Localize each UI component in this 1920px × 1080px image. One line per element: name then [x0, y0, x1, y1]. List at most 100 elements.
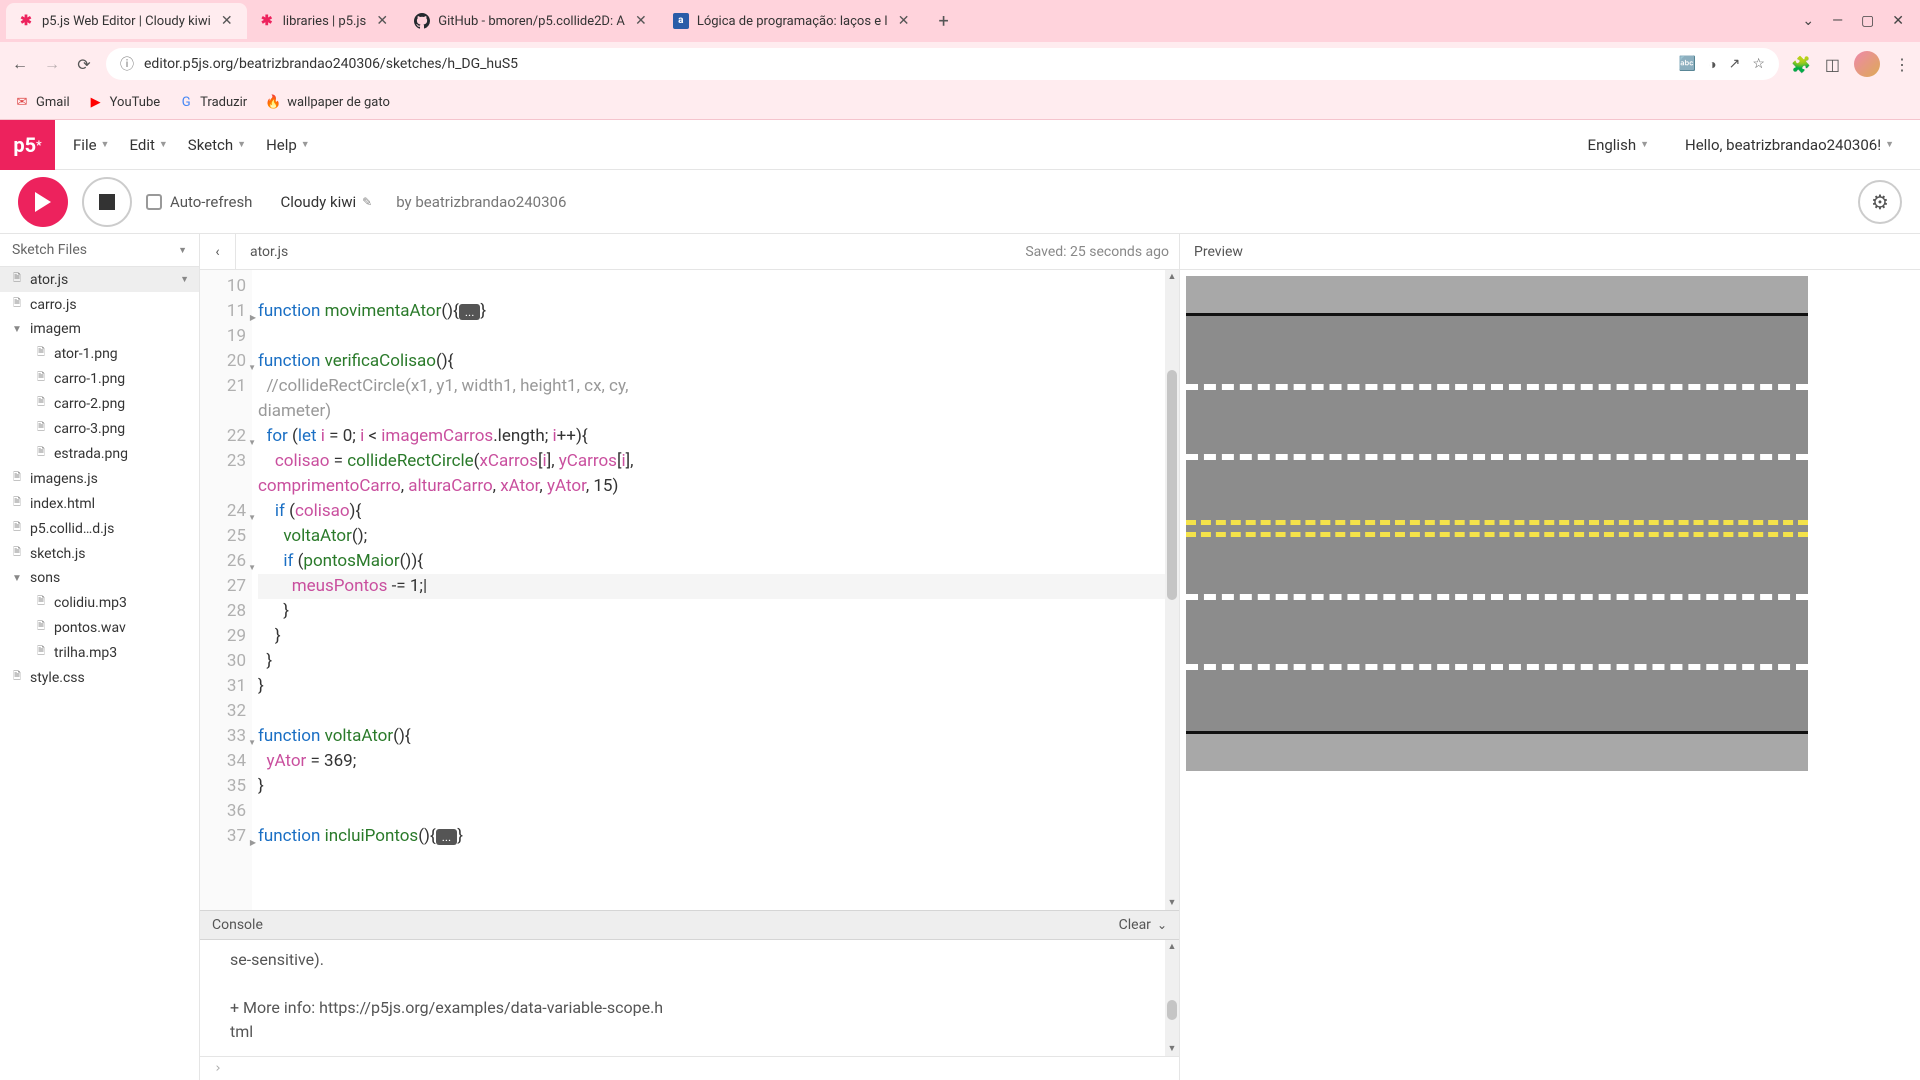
share-icon[interactable]: ↗	[1729, 56, 1741, 72]
bookmark-youtube[interactable]: ▶YouTube	[88, 95, 161, 111]
site-info-icon[interactable]: ⓘ	[120, 54, 134, 74]
file-item[interactable]: 🗎imagens.js	[0, 466, 199, 491]
youtube-icon: ▶	[88, 95, 104, 111]
file-icon: 🗎	[34, 395, 48, 412]
file-options-icon[interactable]: ▼	[180, 274, 189, 285]
file-item[interactable]: 🗎style.css	[0, 665, 199, 690]
console-clear-button[interactable]: Clear ⌄	[1119, 917, 1167, 933]
folder-item[interactable]: ▼sons	[0, 566, 199, 590]
code-editor[interactable]: 1011▶1920▼2122▼2324▼2526▼27282930313233▼…	[200, 270, 1179, 910]
file-icon: 🗎	[10, 296, 24, 313]
file-name: ator-1.png	[54, 346, 118, 362]
alura-favicon-icon: a	[673, 13, 689, 29]
stop-button[interactable]	[82, 177, 132, 227]
bookmark-gmail[interactable]: ✉Gmail	[14, 95, 70, 111]
menu-edit[interactable]: Edit▼	[121, 130, 175, 160]
close-window-icon[interactable]: ✕	[1892, 13, 1904, 29]
settings-button[interactable]: ⚙	[1858, 180, 1902, 224]
browser-tab[interactable]: ✱ libraries | p5.js ✕	[247, 3, 403, 39]
sidepanel-icon[interactable]: ◫	[1825, 55, 1840, 74]
file-item[interactable]: 🗎 carro-2.png	[0, 391, 199, 416]
chevron-down-icon: ▼	[1640, 139, 1649, 150]
minimize-icon[interactable]: —	[1832, 13, 1843, 29]
play-button[interactable]	[18, 177, 68, 227]
tab-close-icon[interactable]: ✕	[374, 13, 390, 29]
editor-tab-bar: ‹ ator.js Saved: 25 seconds ago	[200, 234, 1179, 270]
console-header: Console Clear ⌄	[200, 911, 1179, 940]
file-item[interactable]: 🗎carro-3.png	[0, 416, 199, 441]
chevron-down-icon: ▼	[237, 139, 246, 150]
reload-icon[interactable]: ⟳	[74, 54, 94, 74]
bookmark-translate[interactable]: GTraduzir	[178, 95, 247, 111]
scroll-up-icon[interactable]: ▲	[1165, 940, 1179, 954]
translate-icon: G	[178, 95, 194, 111]
checkbox-icon[interactable]	[146, 194, 162, 210]
menu-sketch[interactable]: Sketch▼	[180, 130, 254, 160]
url-text: editor.p5js.org/beatrizbrandao240306/ske…	[144, 56, 518, 72]
file-item[interactable]: 🗎ator-1.png	[0, 341, 199, 366]
folder-item[interactable]: ▼imagem	[0, 317, 199, 341]
menu-help[interactable]: Help▼	[258, 130, 318, 160]
translate-icon[interactable]: 🔤	[1679, 56, 1696, 72]
gear-icon: ⚙	[1871, 190, 1889, 214]
forward-icon[interactable]: →	[42, 54, 62, 74]
tab-close-icon[interactable]: ✕	[633, 13, 649, 29]
sketch-name[interactable]: Cloudy kiwi ✎	[280, 193, 372, 211]
chevron-down-icon[interactable]: ▼	[178, 245, 187, 256]
bookmark-wallpaper[interactable]: 🔥wallpaper de gato	[265, 95, 390, 111]
address-bar[interactable]: ⓘ editor.p5js.org/beatrizbrandao240306/s…	[106, 48, 1779, 80]
p5-logo[interactable]: p5*	[0, 120, 55, 170]
file-name: p5.collid…d.js	[30, 521, 114, 537]
gmail-icon: ✉	[14, 95, 30, 111]
line-gutter: 1011▶1920▼2122▼2324▼2526▼27282930313233▼…	[200, 270, 252, 910]
bookmark-star-icon[interactable]: ☆	[1752, 56, 1765, 72]
scroll-thumb[interactable]	[1167, 1000, 1177, 1020]
file-item[interactable]: 🗎carro-1.png	[0, 366, 199, 391]
code-body[interactable]: function movimentaAtor(){...}function ve…	[252, 270, 1179, 910]
file-item[interactable]: 🗎p5.collid…d.js	[0, 516, 199, 541]
file-item[interactable]: 🗎trilha.mp3	[0, 640, 199, 665]
menu-file[interactable]: File▼	[65, 130, 117, 160]
browser-tab-active[interactable]: ✱ p5.js Web Editor | Cloudy kiwi ✕	[6, 3, 247, 39]
browser-tab[interactable]: a Lógica de programação: laços e l ✕	[661, 3, 924, 39]
file-item[interactable]: 🗎pontos.wav	[0, 615, 199, 640]
file-name: carro-2.png	[54, 396, 125, 412]
console-input[interactable]: ›	[200, 1056, 1179, 1080]
lens-icon[interactable]: ◑	[1708, 56, 1716, 73]
user-menu[interactable]: Hello, beatrizbrandao240306!▼	[1677, 130, 1902, 160]
file-item[interactable]: 🗎carro.js	[0, 292, 199, 317]
file-item[interactable]: 🗎sketch.js	[0, 541, 199, 566]
file-item[interactable]: 🗎colidiu.mp3	[0, 590, 199, 615]
language-selector[interactable]: English▼	[1580, 130, 1657, 160]
scroll-thumb[interactable]	[1167, 370, 1177, 600]
scroll-down-icon[interactable]: ▼	[1165, 1042, 1179, 1056]
chevron-down-icon[interactable]: ⌄	[1157, 918, 1167, 932]
extensions-icon[interactable]: 🧩	[1791, 55, 1811, 74]
profile-avatar[interactable]	[1854, 51, 1880, 77]
file-item[interactable]: 🗎estrada.png	[0, 441, 199, 466]
editor-scrollbar[interactable]: ▲ ▼	[1165, 270, 1179, 910]
maximize-icon[interactable]: ▢	[1861, 13, 1874, 29]
new-tab-button[interactable]: +	[930, 7, 958, 35]
file-icon: 🗎	[10, 271, 24, 288]
bookmark-bar: ✉Gmail ▶YouTube GTraduzir 🔥wallpaper de …	[0, 86, 1920, 120]
road-edge-top	[1186, 276, 1808, 316]
edit-pencil-icon[interactable]: ✎	[362, 195, 372, 209]
tab-close-icon[interactable]: ✕	[896, 13, 912, 29]
tab-title: libraries | p5.js	[283, 14, 367, 29]
lane-marking	[1186, 594, 1808, 600]
back-icon[interactable]: ←	[10, 54, 30, 74]
scroll-up-icon[interactable]: ▲	[1165, 270, 1179, 284]
chevron-down-icon: ▼	[101, 139, 110, 150]
scroll-down-icon[interactable]: ▼	[1165, 896, 1179, 910]
file-item[interactable]: 🗎index.html	[0, 491, 199, 516]
file-item[interactable]: 🗎 ator.js ▼	[0, 267, 199, 292]
auto-refresh-toggle[interactable]: Auto-refresh	[146, 193, 252, 211]
menu-kebab-icon[interactable]: ⋮	[1894, 55, 1910, 74]
tab-dropdown-icon[interactable]: ⌄	[1802, 13, 1814, 29]
tab-close-icon[interactable]: ✕	[219, 13, 235, 29]
file-name: ator.js	[30, 272, 68, 288]
collapse-sidebar-button[interactable]: ‹	[200, 234, 236, 269]
browser-tab[interactable]: GitHub - bmoren/p5.collide2D: A ✕	[402, 3, 661, 39]
console-scrollbar[interactable]: ▲ ▼	[1165, 940, 1179, 1056]
